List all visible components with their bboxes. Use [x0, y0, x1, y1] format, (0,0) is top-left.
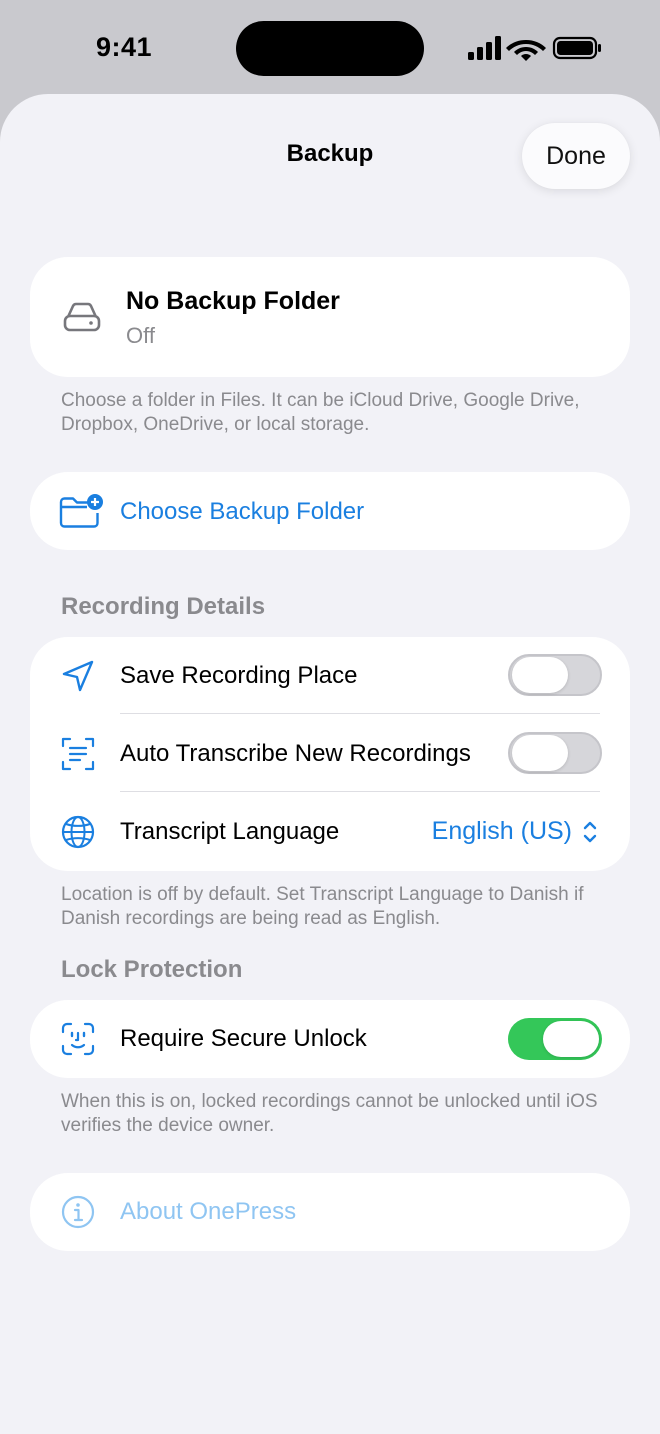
backup-sheet: Backup Done No Backup Folder Off Choose … [0, 94, 660, 1434]
recording-details-header: Recording Details [61, 593, 266, 620]
choose-backup-folder-label: Choose Backup Folder [120, 498, 365, 525]
choose-backup-folder-button[interactable]: Choose Backup Folder [30, 472, 630, 550]
toggle-knob [512, 657, 568, 693]
toggle-knob [543, 1021, 599, 1057]
backup-folder-footnote: Choose a folder in Files. It can be iClo… [61, 390, 580, 435]
transcript-language-label: Transcript Language [120, 818, 340, 845]
lock-protection-card: Require Secure Unlock [30, 1000, 630, 1078]
recording-details-footnote: Location is off by default. Set Transcri… [61, 884, 584, 929]
wifi-icon [506, 40, 546, 61]
about-onepress-label: About OnePress [120, 1198, 297, 1225]
backup-folder-status: Off [126, 323, 155, 348]
save-recording-place-toggle[interactable] [508, 654, 602, 696]
backup-folder-title: No Backup Folder [126, 287, 340, 315]
require-secure-unlock-label: Require Secure Unlock [120, 1025, 367, 1052]
auto-transcribe-label: Auto Transcribe New Recordings [120, 740, 471, 767]
status-icons [468, 36, 601, 61]
cellular-signal-icon [468, 36, 501, 60]
transcript-language-value: English (US) [431, 817, 572, 845]
info-icon [58, 1192, 98, 1232]
save-recording-place-label: Save Recording Place [120, 662, 358, 689]
recording-details-card: Save Recording Place Auto Transcribe New… [30, 637, 630, 871]
transcript-language-picker[interactable]: English (US) [432, 817, 598, 846]
auto-transcribe-toggle[interactable] [508, 732, 602, 774]
globe-icon [58, 812, 98, 852]
backup-folder-card: No Backup Folder Off [30, 257, 630, 377]
lock-protection-footnote: When this is on, locked recordings canno… [61, 1091, 598, 1136]
about-onepress-button[interactable]: About OnePress [30, 1173, 630, 1251]
divider [120, 713, 600, 714]
drive-icon [62, 297, 102, 337]
battery-icon [552, 36, 601, 60]
screen: 9:41 Backup Done No Backup Folder Off Ch… [0, 0, 660, 1434]
status-bar: 9:41 [0, 0, 660, 94]
transcript-icon [58, 734, 98, 774]
require-secure-unlock-toggle[interactable] [508, 1018, 602, 1060]
status-time: 9:41 [96, 32, 153, 62]
folder-plus-icon [58, 491, 104, 531]
divider [120, 791, 600, 792]
done-button[interactable]: Done [522, 123, 630, 189]
dynamic-island [236, 21, 424, 76]
location-arrow-icon [58, 656, 98, 696]
toggle-knob [512, 735, 568, 771]
chevron-up-down-icon [583, 821, 597, 842]
lock-protection-header: Lock Protection [61, 956, 243, 983]
face-id-icon [58, 1019, 98, 1059]
